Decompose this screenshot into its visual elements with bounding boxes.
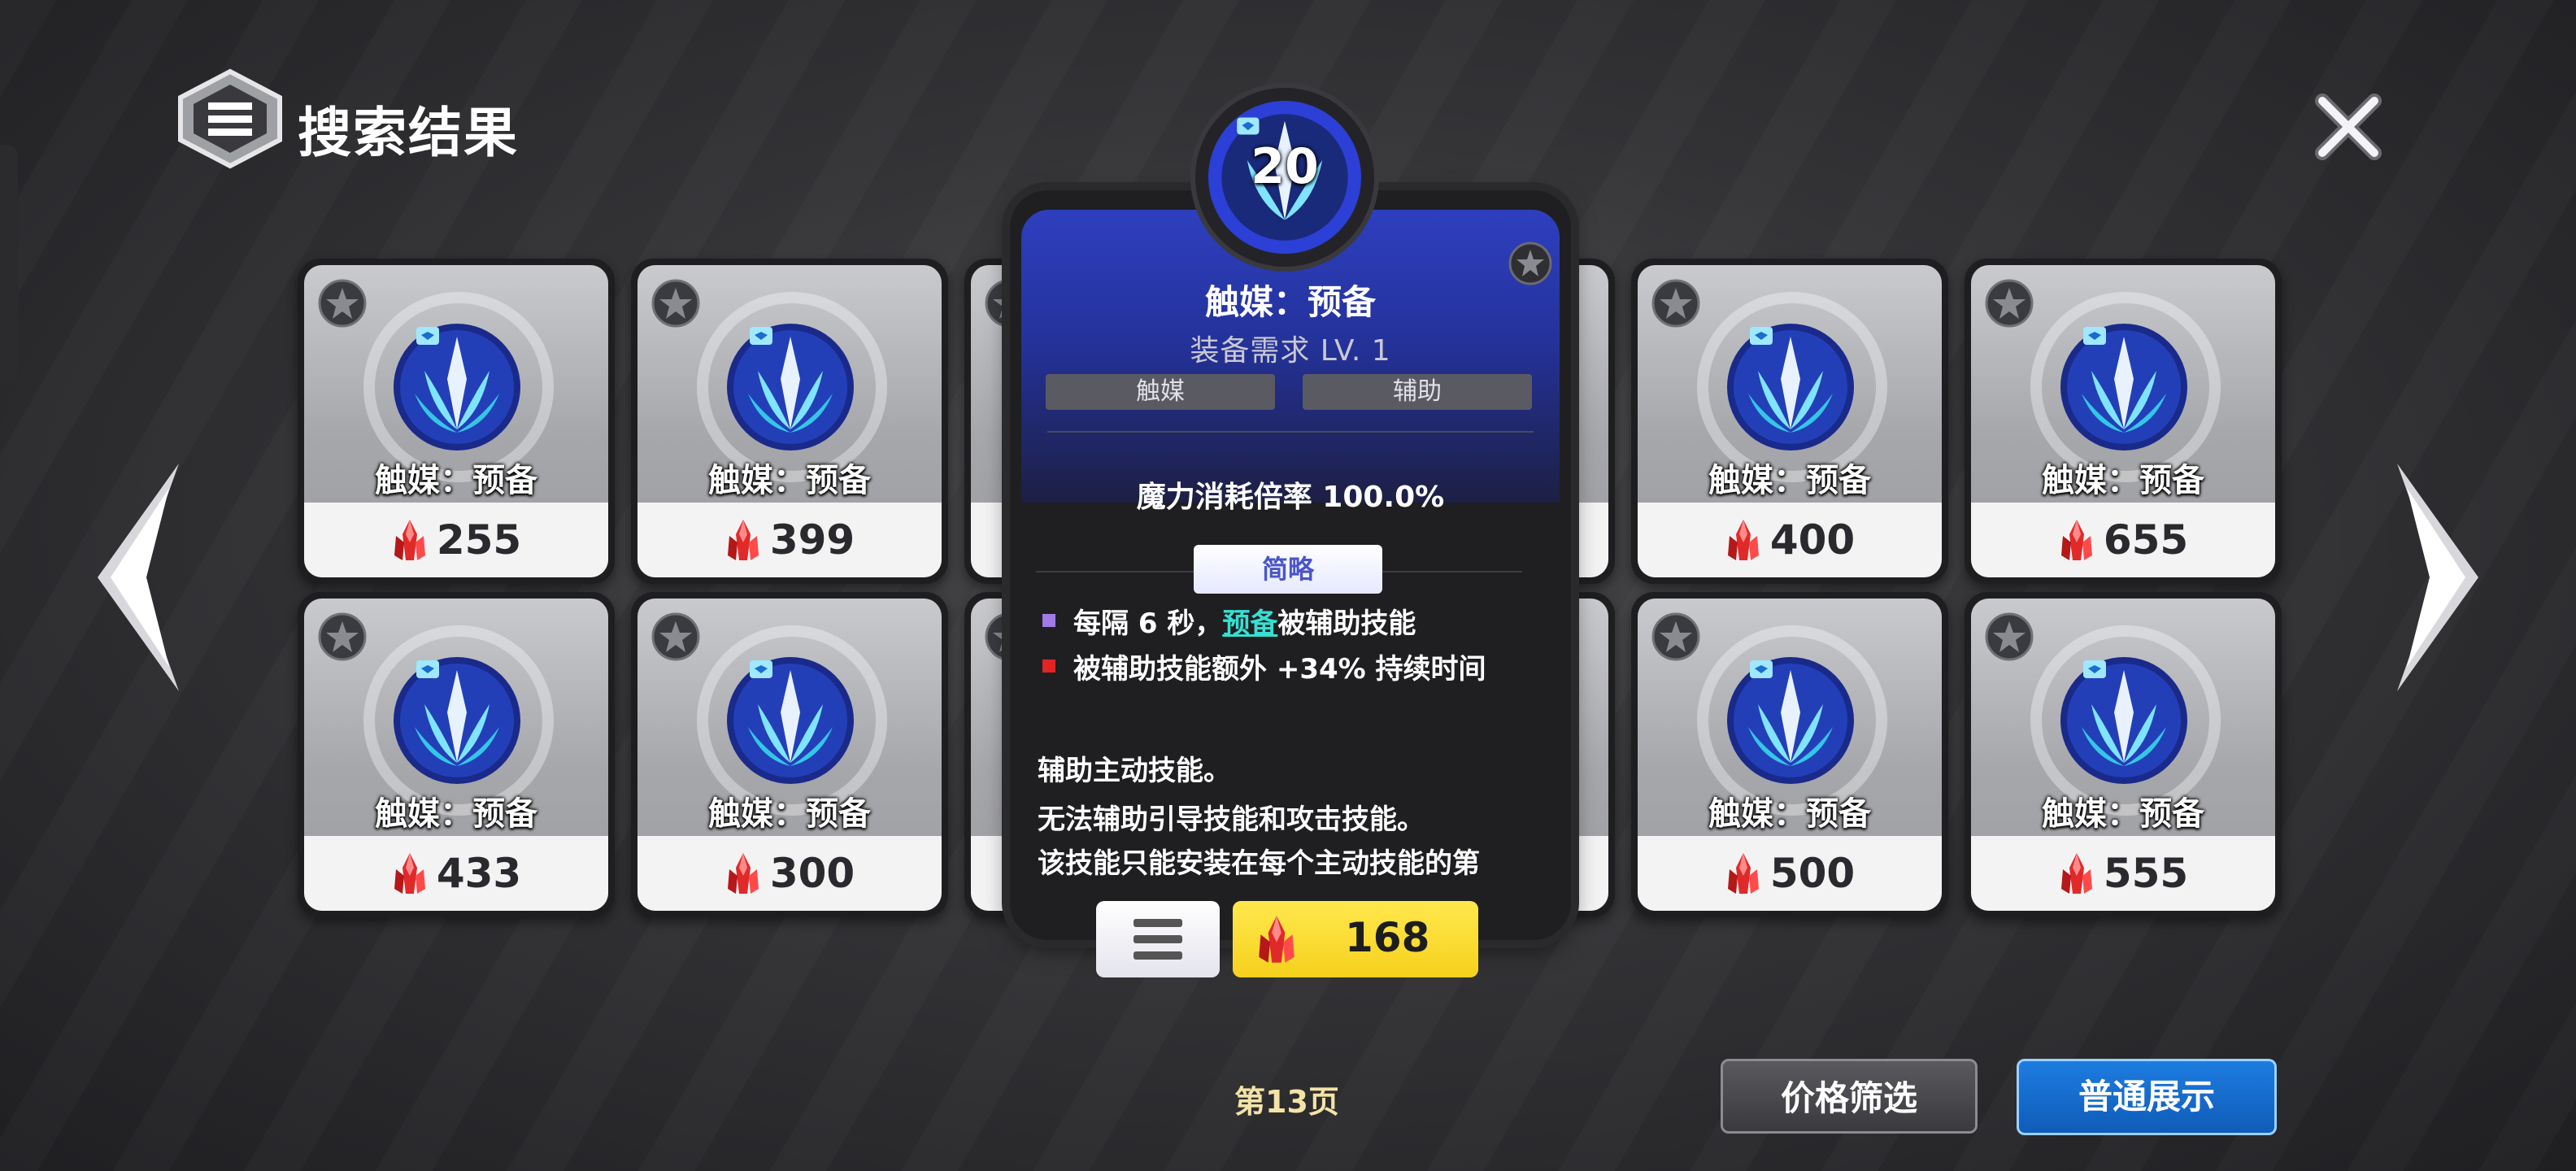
item-price-bar: 655 [1971,503,2275,577]
next-page-arrow-icon[interactable] [2381,455,2495,699]
favorite-star-icon[interactable] [317,612,368,662]
item-card-body: 触媒：预备 300 [637,599,942,911]
popup-stat: 魔力消耗倍率 100.0% [1136,481,1445,514]
item-card[interactable]: 触媒：预备 655 [1965,259,2282,584]
favorite-star-icon[interactable] [1651,278,1701,329]
details-menu-button[interactable] [1096,901,1220,977]
normal-display-button[interactable]: 普通展示 [2017,1059,2277,1135]
red-crystal-icon [727,853,759,894]
red-crystal-icon [2060,520,2092,560]
brief-toggle-button[interactable]: 简略 [1194,545,1382,594]
catalyst-gem-icon [2060,324,2187,451]
item-card-body: 触媒：预备 255 [304,265,608,577]
item-price: 655 [2103,516,2189,564]
red-crystal-icon [2060,853,2092,894]
item-card[interactable]: 触媒：预备 399 [631,259,948,584]
item-price-bar: 555 [1971,836,2275,911]
tag-catalyst: 触媒 [1046,374,1275,410]
item-card-body: 触媒：预备 433 [304,599,608,911]
close-icon[interactable] [2308,86,2389,168]
buy-button[interactable]: 168 [1233,901,1478,977]
item-name: 触媒：预备 [708,795,871,833]
favorite-star-icon[interactable] [317,278,368,329]
item-price-bar: 433 [304,836,608,911]
item-card[interactable]: 触媒：预备 433 [298,592,615,917]
item-card-body: 触媒：预备 400 [1638,265,1942,577]
item-price-bar: 300 [637,836,942,911]
effect-line-1: 每隔 6 秒，预备被辅助技能 [1042,605,1530,642]
side-drawer-tab[interactable] [0,145,18,381]
red-crystal-icon [1727,853,1759,894]
item-name: 触媒：预备 [1708,462,1871,499]
item-card-body: 触媒：预备 555 [1971,599,2275,911]
favorite-star-icon[interactable] [1984,278,2034,329]
favorite-star-icon[interactable] [651,278,701,329]
catalyst-gem-icon [394,324,520,451]
item-name: 触媒：预备 [375,795,537,833]
item-price: 399 [769,516,855,564]
item-detail-popup: 触媒：预备 装备需求 LV. 1 触媒 辅助 魔力消耗倍率 100.0% 简略 … [1010,190,1571,940]
item-price: 433 [436,850,522,897]
description-line: 无法辅助引导技能和攻击技能。 [1038,803,1425,836]
catalyst-gem-icon [1727,657,1854,784]
page-indicator: 第13页 [1234,1084,1339,1120]
tag-support: 辅助 [1303,374,1532,410]
catalyst-gem-icon [1727,324,1854,451]
item-price: 555 [2103,850,2189,897]
item-card-body: 触媒：预备 655 [1971,265,2275,577]
buy-price: 168 [1345,914,1430,961]
description-line: 辅助主动技能。 [1038,755,1231,787]
purple-bullet-icon [1042,613,1055,627]
item-price-bar: 400 [1638,503,1942,577]
item-price-bar: 255 [304,503,608,577]
item-price: 255 [436,516,522,564]
red-crystal-icon [394,853,425,894]
item-card-body: 触媒：预备 500 [1638,599,1942,911]
catalyst-gem-icon [394,657,520,784]
skill-level: 20 [1251,138,1319,195]
catalyst-gem-icon [727,324,854,451]
previous-page-arrow-icon[interactable] [81,455,195,699]
item-card[interactable]: 触媒：预备 500 [1631,592,1948,917]
item-name: 触媒：预备 [1708,795,1871,833]
item-card[interactable]: 触媒：预备 400 [1631,259,1948,584]
effect-line-2: 被辅助技能额外 +34% 持续时间 [1042,651,1498,688]
hamburger-icon [1134,919,1182,960]
catalyst-gem-icon [727,657,854,784]
favorite-star-icon[interactable] [1651,612,1701,662]
popup-requirement: 装备需求 LV. 1 [1190,334,1391,368]
item-card[interactable]: 触媒：预备 300 [631,592,948,917]
red-crystal-icon [1727,520,1759,560]
item-price: 400 [1769,516,1856,564]
item-card[interactable]: 触媒：预备 255 [298,259,615,584]
item-price: 500 [1769,850,1856,897]
item-name: 触媒：预备 [375,462,537,499]
catalyst-gem-icon [2060,657,2187,784]
item-name: 触媒：预备 [2042,462,2204,499]
red-crystal-icon [727,520,759,560]
skill-link[interactable]: 预备 [1222,607,1277,640]
skill-level-badge: 20 [1195,88,1374,267]
favorite-star-icon[interactable] [651,612,701,662]
item-price-bar: 500 [1638,836,1942,911]
description-line: 该技能只能安装在每个主动技能的第 [1038,847,1480,880]
favorite-star-icon[interactable] [1984,612,2034,662]
item-card[interactable]: 触媒：预备 555 [1965,592,2282,917]
menu-emblem-icon [178,68,282,169]
page-title: 搜索结果 [298,102,519,164]
red-bullet-icon [1042,659,1055,673]
price-filter-button[interactable]: 价格筛选 [1721,1059,1978,1134]
item-price-bar: 399 [637,503,942,577]
item-price: 300 [769,850,855,897]
red-crystal-icon [1259,916,1295,963]
divider [1047,431,1534,433]
item-name: 触媒：预备 [2042,795,2204,833]
item-name: 触媒：预备 [708,462,871,499]
popup-item-name: 触媒：预备 [1204,282,1376,322]
red-crystal-icon [394,520,425,560]
item-card-body: 触媒：预备 399 [637,265,942,577]
